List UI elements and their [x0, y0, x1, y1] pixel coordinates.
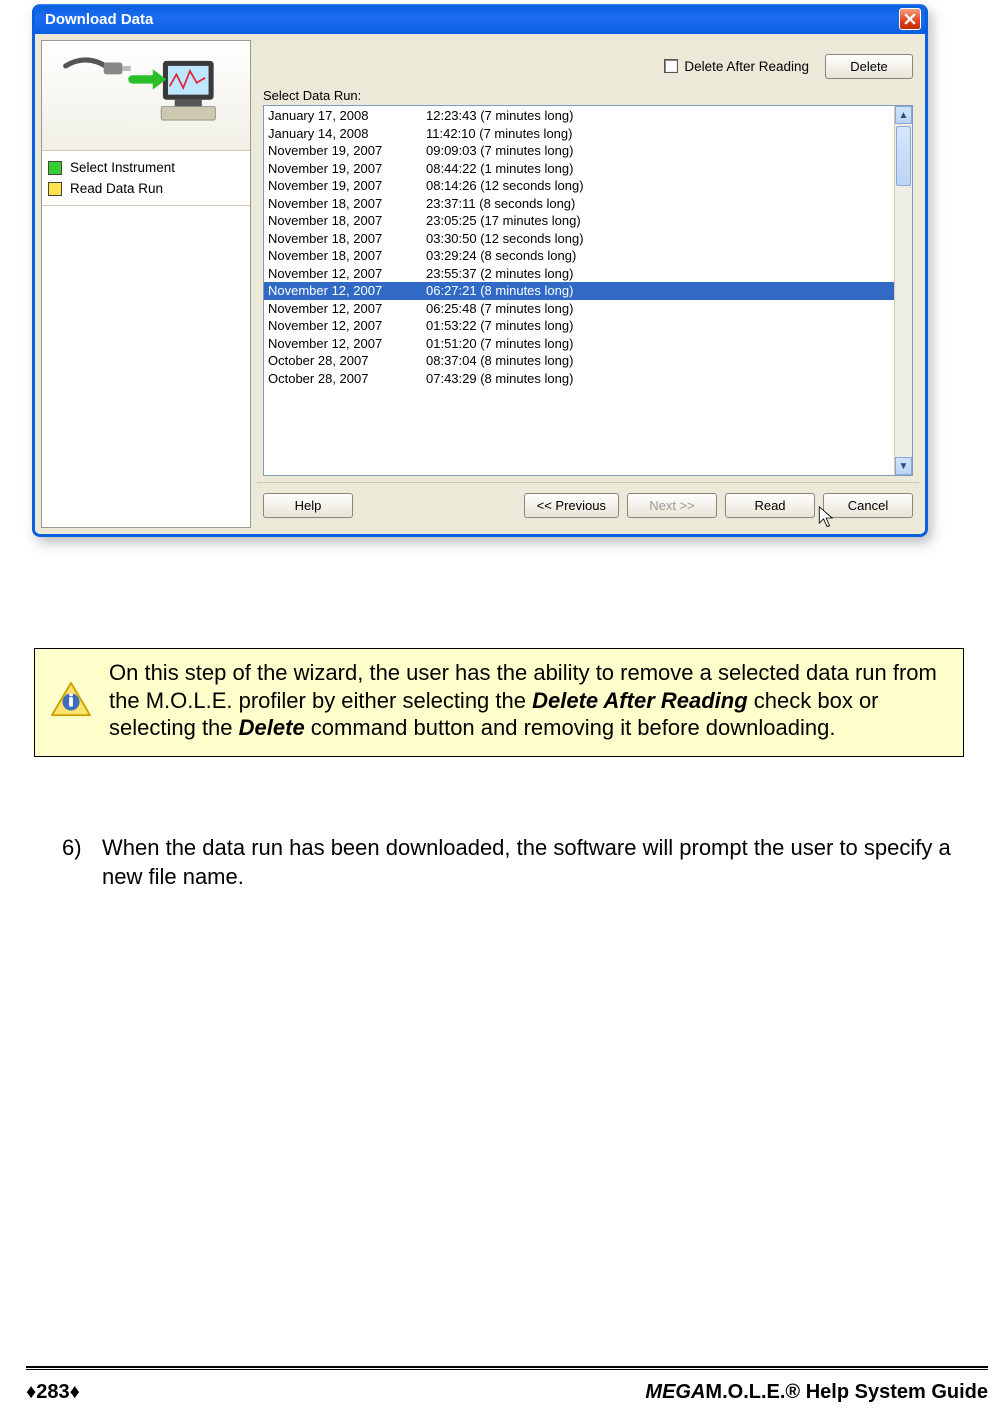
data-run-row[interactable]: November 12, 200706:25:48 (7 minutes lon…	[264, 300, 894, 318]
close-button[interactable]	[899, 8, 921, 30]
page-footer: ♦283♦ MEGAM.O.L.E.® Help System Guide	[26, 1381, 988, 1404]
data-run-detail: 23:55:37 (2 minutes long)	[426, 265, 890, 283]
data-run-row[interactable]: November 18, 200723:05:25 (17 minutes lo…	[264, 212, 894, 230]
data-run-detail: 03:29:24 (8 seconds long)	[426, 247, 890, 265]
data-run-row[interactable]: November 19, 200708:44:22 (1 minutes lon…	[264, 160, 894, 178]
checkbox-box	[664, 59, 678, 73]
data-run-row[interactable]: November 19, 200709:09:03 (7 minutes lon…	[264, 142, 894, 160]
step-status-square	[48, 161, 62, 175]
scroll-thumb[interactable]	[896, 126, 911, 186]
select-data-run-label: Select Data Run:	[263, 88, 913, 103]
data-run-detail: 03:30:50 (12 seconds long)	[426, 230, 890, 248]
data-run-date: November 12, 2007	[268, 317, 426, 335]
close-icon	[904, 13, 916, 25]
wizard-sidebar: Select Instrument Read Data Run	[41, 40, 251, 528]
data-run-row[interactable]: October 28, 200707:43:29 (8 minutes long…	[264, 370, 894, 388]
data-run-detail: 01:53:22 (7 minutes long)	[426, 317, 890, 335]
wizard-button-bar: Help << Previous Next >> Read Cancel	[257, 482, 919, 528]
scroll-up-button[interactable]: ▲	[895, 106, 912, 124]
cancel-button[interactable]: Cancel	[823, 493, 913, 518]
wizard-step-item: Select Instrument	[46, 157, 246, 178]
step-label: Read Data Run	[70, 181, 163, 196]
read-button[interactable]: Read	[725, 493, 815, 518]
data-run-detail: 08:44:22 (1 minutes long)	[426, 160, 890, 178]
guide-title: MEGAM.O.L.E.® Help System Guide	[645, 1381, 988, 1404]
data-run-date: November 19, 2007	[268, 177, 426, 195]
data-run-detail: 01:51:20 (7 minutes long)	[426, 335, 890, 353]
titlebar: Download Data	[35, 4, 925, 34]
data-run-date: November 19, 2007	[268, 160, 426, 178]
download-data-dialog-wrap: Download Data	[32, 4, 928, 537]
data-run-date: January 17, 2008	[268, 107, 426, 125]
step-status-square	[48, 182, 62, 196]
data-run-detail: 07:43:29 (8 minutes long)	[426, 370, 890, 388]
scrollbar[interactable]: ▲ ▼	[894, 106, 912, 475]
download-data-dialog: Download Data	[32, 4, 928, 537]
data-run-date: November 18, 2007	[268, 195, 426, 213]
data-run-row[interactable]: November 12, 200701:53:22 (7 minutes lon…	[264, 317, 894, 335]
data-run-row[interactable]: November 12, 200723:55:37 (2 minutes lon…	[264, 265, 894, 283]
data-run-date: November 12, 2007	[268, 265, 426, 283]
data-run-date: October 28, 2007	[268, 352, 426, 370]
delete-after-reading-checkbox[interactable]: Delete After Reading	[664, 59, 809, 74]
scroll-down-button[interactable]: ▼	[895, 457, 912, 475]
wizard-step-list: Select Instrument Read Data Run	[42, 151, 250, 205]
data-run-date: November 19, 2007	[268, 142, 426, 160]
data-run-date: October 28, 2007	[268, 370, 426, 388]
delete-button[interactable]: Delete	[825, 54, 913, 79]
step-6-number: 6)	[62, 834, 92, 891]
data-run-date: November 18, 2007	[268, 230, 426, 248]
data-run-detail: 08:14:26 (12 seconds long)	[426, 177, 890, 195]
previous-button[interactable]: << Previous	[524, 493, 619, 518]
data-run-detail: 06:25:48 (7 minutes long)	[426, 300, 890, 318]
data-run-detail: 12:23:43 (7 minutes long)	[426, 107, 890, 125]
data-run-date: November 18, 2007	[268, 247, 426, 265]
data-run-row[interactable]: November 18, 200703:29:24 (8 seconds lon…	[264, 247, 894, 265]
data-run-row[interactable]: January 14, 200811:42:10 (7 minutes long…	[264, 125, 894, 143]
step-6-text: When the data run has been downloaded, t…	[102, 834, 962, 891]
data-run-date: November 12, 2007	[268, 335, 426, 353]
data-run-row[interactable]: October 28, 200708:37:04 (8 minutes long…	[264, 352, 894, 370]
data-run-detail: 06:27:21 (8 minutes long)	[426, 282, 890, 300]
next-button: Next >>	[627, 493, 717, 518]
page-number: ♦283♦	[26, 1381, 80, 1404]
step-label: Select Instrument	[70, 160, 175, 175]
data-run-date: November 12, 2007	[268, 300, 426, 318]
info-note: On this step of the wizard, the user has…	[34, 648, 964, 757]
delete-after-reading-label: Delete After Reading	[684, 59, 809, 74]
data-run-row[interactable]: November 19, 200708:14:26 (12 seconds lo…	[264, 177, 894, 195]
data-run-date: November 12, 2007	[268, 282, 426, 300]
data-run-detail: 09:09:03 (7 minutes long)	[426, 142, 890, 160]
data-run-row[interactable]: November 18, 200703:30:50 (12 seconds lo…	[264, 230, 894, 248]
scroll-track[interactable]	[895, 124, 912, 457]
data-run-detail: 11:42:10 (7 minutes long)	[426, 125, 890, 143]
help-button[interactable]: Help	[263, 493, 353, 518]
data-run-row[interactable]: November 12, 200701:51:20 (7 minutes lon…	[264, 335, 894, 353]
info-icon	[47, 659, 95, 742]
data-run-detail: 08:37:04 (8 minutes long)	[426, 352, 890, 370]
window-title: Download Data	[45, 11, 899, 28]
data-run-row[interactable]: November 18, 200723:37:11 (8 seconds lon…	[264, 195, 894, 213]
data-run-date: November 18, 2007	[268, 212, 426, 230]
data-run-listbox[interactable]: January 17, 200812:23:43 (7 minutes long…	[263, 105, 913, 476]
info-note-text: On this step of the wizard, the user has…	[109, 659, 949, 742]
data-run-detail: 23:05:25 (17 minutes long)	[426, 212, 890, 230]
wizard-step-item: Read Data Run	[46, 178, 246, 199]
wizard-main: Delete After Reading Delete Select Data …	[257, 40, 919, 528]
data-run-row[interactable]: January 17, 200812:23:43 (7 minutes long…	[264, 107, 894, 125]
data-run-date: January 14, 2008	[268, 125, 426, 143]
data-run-detail: 23:37:11 (8 seconds long)	[426, 195, 890, 213]
data-run-row[interactable]: November 12, 200706:27:21 (8 minutes lon…	[264, 282, 894, 300]
footer-rule	[26, 1366, 988, 1370]
wizard-illustration	[42, 41, 250, 151]
step-6: 6) When the data run has been downloaded…	[62, 834, 962, 891]
